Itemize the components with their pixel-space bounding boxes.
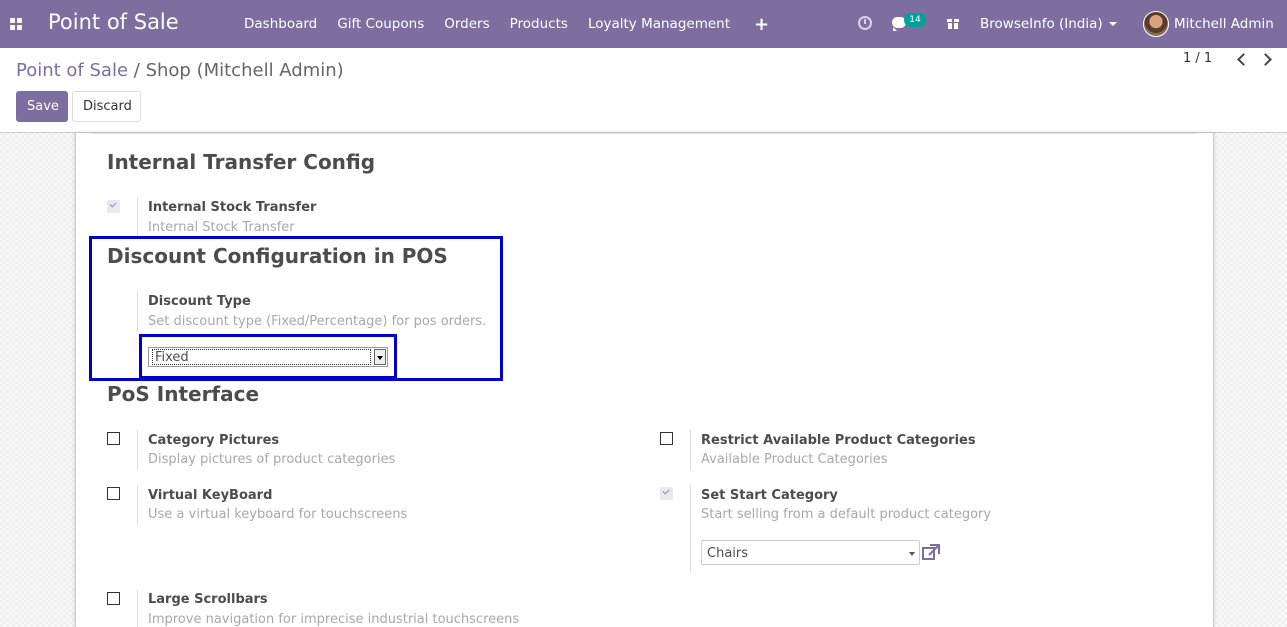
divider	[690, 485, 691, 573]
highlight-box-select	[139, 334, 397, 379]
breadcrumb: Point of Sale / Shop (Mitchell Admin)	[16, 60, 344, 81]
breadcrumb-current: Shop (Mitchell Admin)	[145, 60, 344, 81]
main-menu: Dashboard Gift Coupons Orders Products L…	[234, 0, 779, 48]
section-title-pos-interface: PoS Interface	[107, 382, 260, 406]
setting-label: Large Scrollbars	[148, 592, 268, 607]
menu-orders[interactable]: Orders	[434, 16, 499, 32]
divider	[690, 430, 691, 470]
menu-loyalty-management[interactable]: Loyalty Management	[578, 16, 740, 32]
divider	[137, 485, 138, 525]
start-category-value: Chairs	[707, 546, 749, 561]
divider	[137, 590, 138, 627]
chevron-left-icon[interactable]	[1236, 53, 1248, 65]
top-navbar: Point of Sale Dashboard Gift Coupons Ord…	[0, 0, 1287, 48]
restrict-categories-checkbox[interactable]	[660, 432, 673, 445]
activity-clock-icon[interactable]	[858, 16, 872, 30]
breadcrumb-root-link[interactable]: Point of Sale	[16, 60, 128, 81]
setting-help: Display pictures of product categories	[148, 452, 396, 467]
setting-help: Internal Stock Transfer	[148, 220, 295, 235]
divider	[137, 430, 138, 470]
caret-down-icon	[1108, 22, 1117, 26]
virtual-keyboard-checkbox[interactable]	[107, 487, 120, 500]
plus-icon[interactable]: +	[740, 14, 779, 35]
caret-down-icon	[909, 552, 915, 556]
divider	[92, 133, 1196, 134]
section-title-internal-transfer: Internal Transfer Config	[107, 150, 376, 174]
setting-label: Set Start Category	[701, 488, 838, 503]
breadcrumb-separator: /	[133, 60, 140, 81]
setting-label: Virtual KeyBoard	[148, 488, 273, 503]
user-menu[interactable]: Mitchell Admin	[1174, 16, 1274, 32]
company-name: BrowseInfo (India)	[980, 16, 1103, 32]
internal-stock-transfer-checkbox[interactable]	[107, 200, 120, 213]
divider	[137, 197, 138, 237]
menu-dashboard[interactable]: Dashboard	[234, 16, 327, 32]
setting-help: Use a virtual keyboard for touchscreens	[148, 507, 408, 522]
menu-products[interactable]: Products	[500, 16, 578, 32]
start-category-checkbox[interactable]	[660, 487, 673, 500]
apps-menu-icon[interactable]	[10, 18, 22, 30]
setting-label: Internal Stock Transfer	[148, 200, 317, 215]
pager-value[interactable]: 1 / 1	[1183, 51, 1212, 66]
gift-icon[interactable]	[947, 17, 959, 29]
discard-button[interactable]: Discard	[72, 91, 141, 122]
category-pictures-checkbox[interactable]	[107, 432, 120, 445]
setting-label: Restrict Available Product Categories	[701, 433, 976, 448]
menu-gift-coupons[interactable]: Gift Coupons	[327, 16, 434, 32]
setting-label: Category Pictures	[148, 433, 280, 448]
setting-help: Improve navigation for imprecise industr…	[148, 612, 520, 627]
external-link-icon[interactable]	[922, 544, 940, 560]
setting-help: Start selling from a default product cat…	[701, 507, 992, 522]
avatar[interactable]	[1143, 11, 1169, 37]
chevron-right-icon[interactable]	[1260, 53, 1272, 65]
setting-help: Available Product Categories	[701, 452, 888, 467]
chat-count-badge: 14	[904, 13, 926, 27]
start-category-select[interactable]: Chairs	[701, 540, 920, 565]
save-button[interactable]: Save	[16, 91, 68, 122]
company-switcher[interactable]: BrowseInfo (India)	[980, 16, 1117, 32]
large-scrollbars-checkbox[interactable]	[107, 592, 120, 605]
control-panel: Point of Sale / Shop (Mitchell Admin) Sa…	[0, 48, 1287, 133]
app-brand[interactable]: Point of Sale	[48, 10, 179, 34]
